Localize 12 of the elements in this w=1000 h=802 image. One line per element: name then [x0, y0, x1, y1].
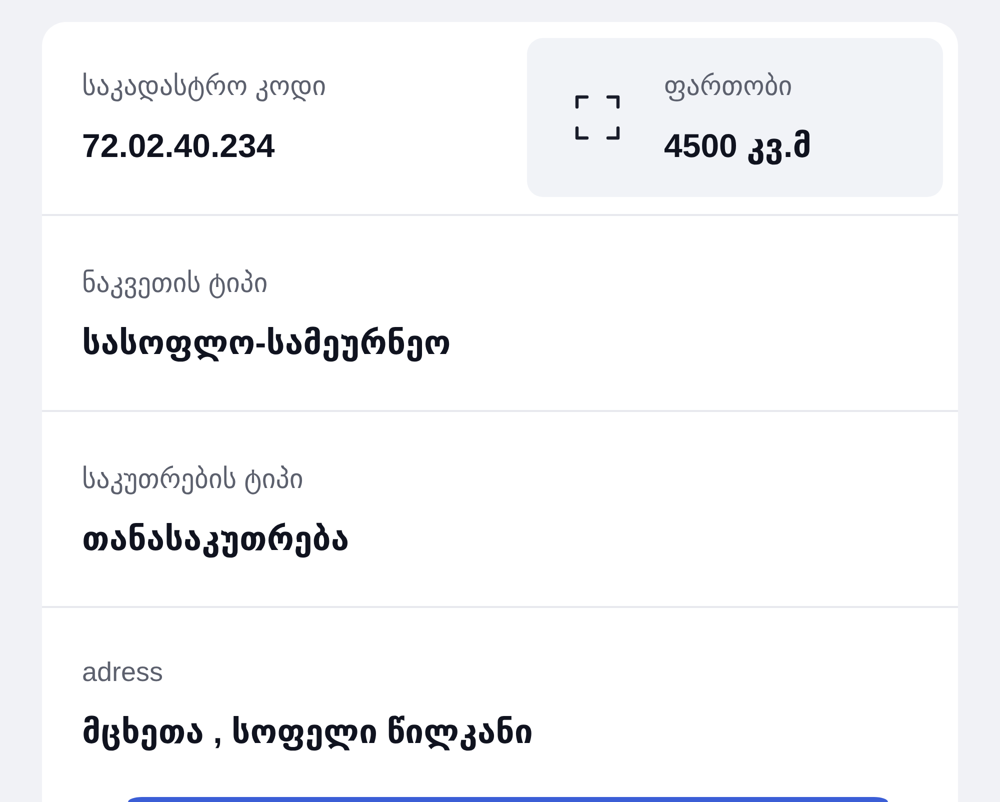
field-value: თანასაკუთრება	[82, 519, 350, 559]
field-value: მცხეთა , სოფელი წილკანი	[82, 712, 534, 752]
field-label: საკუთრების ტიპი	[82, 463, 304, 496]
field-value: სასოფლო-სამეურნეო	[82, 323, 452, 363]
field-label: adress	[82, 656, 164, 689]
field-value: 4500 კვ.მ	[664, 126, 812, 166]
field-value: 72.02.40.234	[82, 126, 276, 166]
field-label: ნაკვეთის ტიპი	[82, 267, 269, 300]
primary-button[interactable]	[128, 797, 888, 802]
frame-corners-icon	[575, 95, 620, 140]
field-label: საკადასტრო კოდი	[82, 70, 328, 103]
field-label: ფართობი	[664, 70, 794, 103]
